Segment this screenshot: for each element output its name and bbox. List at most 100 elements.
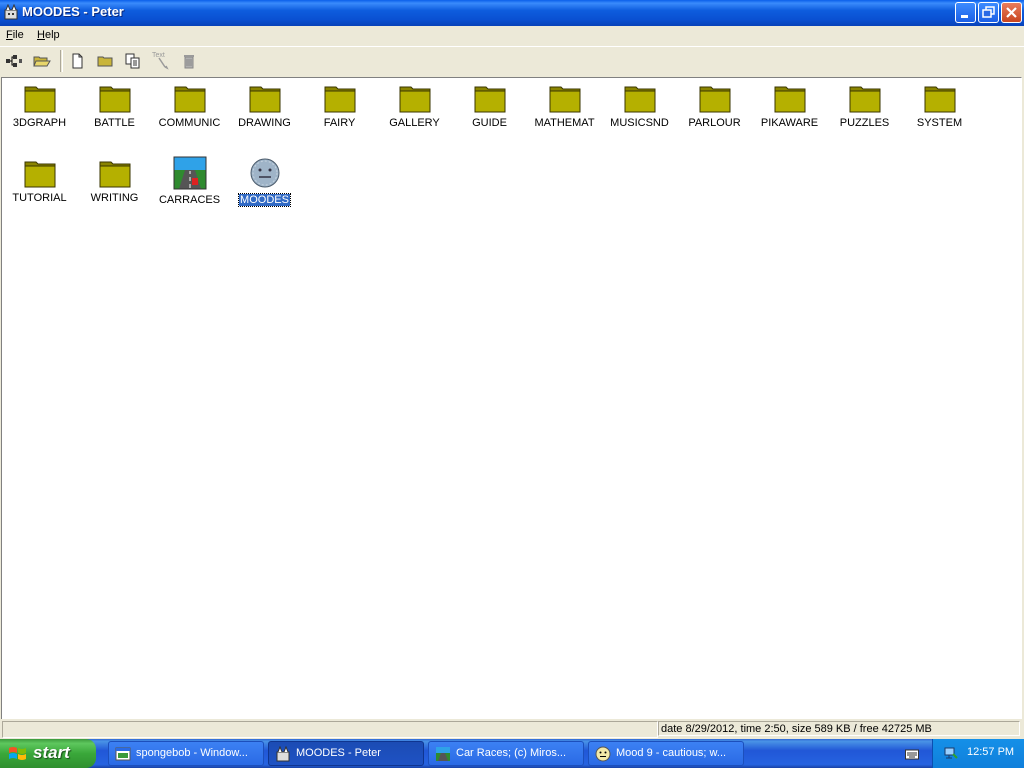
- window-title: MOODES - Peter: [22, 4, 124, 19]
- item-label: COMMUNIC: [158, 117, 221, 129]
- task-label: Car Races; (c) Miros...: [456, 747, 567, 759]
- item-label: BATTLE: [94, 117, 135, 129]
- task-spongebob[interactable]: spongebob - Window...: [108, 741, 264, 766]
- folder-icon: [474, 86, 505, 113]
- menu-help-accelerator: H: [37, 29, 45, 41]
- folder-icon: [624, 86, 655, 113]
- folder-icon: [24, 161, 55, 188]
- task-carraces[interactable]: Car Races; (c) Miros...: [428, 741, 584, 766]
- folder-icon: [249, 86, 280, 113]
- new-folder-icon[interactable]: [95, 51, 115, 71]
- start-label: start: [33, 743, 70, 762]
- folder-icon: [174, 86, 205, 113]
- new-document-icon[interactable]: [67, 51, 87, 71]
- close-button[interactable]: [1001, 2, 1022, 23]
- file-view[interactable]: 3DGRAPH BATTLE COMMUNIC DRAWING FAIRY GA…: [1, 77, 1022, 720]
- menu-bar: File Help: [0, 26, 1024, 45]
- task-label: MOODES - Peter: [296, 747, 381, 759]
- carraces-icon: [173, 156, 206, 190]
- folder-icon: [849, 86, 880, 113]
- item-label-selected: MOODES: [238, 193, 291, 207]
- item-label: DRAWING: [238, 117, 291, 129]
- title-bar[interactable]: MOODES - Peter: [0, 0, 1024, 26]
- item-label: SYSTEM: [916, 117, 963, 129]
- folder-pikaware[interactable]: PIKAWARE: [752, 78, 827, 144]
- folder-system[interactable]: SYSTEM: [902, 78, 977, 144]
- clock[interactable]: 12:57 PM: [967, 746, 1014, 758]
- task-moodes[interactable]: MOODES - Peter: [268, 741, 424, 766]
- item-label: PIKAWARE: [760, 117, 819, 129]
- item-label: CARRACES: [158, 194, 221, 206]
- folder-fairy[interactable]: FAIRY: [302, 78, 377, 144]
- menu-file-label: ile: [12, 29, 24, 41]
- task-mood[interactable]: Mood 9 - cautious; w...: [588, 741, 744, 766]
- folder-icon: [699, 86, 730, 113]
- tree-icon[interactable]: [4, 51, 24, 71]
- status-file-info: date 8/29/2012, time 2:50, size 589 KB /…: [658, 721, 1020, 736]
- network-icon[interactable]: [943, 745, 959, 761]
- item-label: GUIDE: [472, 117, 507, 129]
- moodes-icon: [276, 746, 290, 762]
- folder-battle[interactable]: BATTLE: [77, 78, 152, 144]
- item-label: PUZZLES: [839, 117, 890, 129]
- folder-communic[interactable]: COMMUNIC: [152, 78, 227, 144]
- folder-icon: [24, 86, 55, 113]
- folder-gallery[interactable]: GALLERY: [377, 78, 452, 144]
- minimize-button[interactable]: [955, 2, 976, 23]
- folder-mathemat[interactable]: MATHEMAT: [527, 78, 602, 144]
- toolbar: Text: [0, 46, 1024, 76]
- folder-icon: [99, 161, 130, 188]
- start-button[interactable]: start: [0, 739, 96, 768]
- folder-icon: [324, 86, 355, 113]
- folder-icon: [99, 86, 130, 113]
- menu-file-accelerator: F: [6, 29, 13, 41]
- status-bar: date 8/29/2012, time 2:50, size 589 KB /…: [0, 719, 1024, 739]
- folder-writing[interactable]: WRITING: [77, 153, 152, 219]
- text-tool-icon[interactable]: Text: [151, 51, 171, 71]
- system-tray: 12:57 PM: [932, 739, 1024, 768]
- folder-icon: [549, 86, 580, 113]
- folder-icon: [399, 86, 430, 113]
- carraces-icon: [436, 747, 450, 761]
- trash-icon[interactable]: [179, 51, 199, 71]
- toolbar-separator: [60, 50, 63, 72]
- item-label: PARLOUR: [688, 117, 741, 129]
- item-label: WRITING: [90, 192, 139, 204]
- item-label: GALLERY: [389, 117, 440, 129]
- folder-guide[interactable]: GUIDE: [452, 78, 527, 144]
- folder-tutorial[interactable]: TUTORIAL: [2, 153, 77, 219]
- copy-icon[interactable]: [123, 51, 143, 71]
- restore-icon: [982, 6, 995, 18]
- windows-logo-icon: [9, 747, 26, 760]
- open-folder-icon[interactable]: [32, 51, 52, 71]
- folder-drawing[interactable]: DRAWING: [227, 78, 302, 144]
- minimize-icon: [961, 15, 968, 18]
- menu-help-label: elp: [44, 29, 60, 41]
- smiley-icon: [595, 746, 611, 762]
- folder-musicsnd[interactable]: MUSICSND: [602, 78, 677, 144]
- item-label: MATHEMAT: [534, 117, 595, 129]
- folder-puzzles[interactable]: PUZZLES: [827, 78, 902, 144]
- restore-button[interactable]: [978, 2, 999, 23]
- program-carraces[interactable]: CARRACES: [152, 153, 227, 219]
- status-left-panel: [2, 721, 658, 738]
- keyboard-icon[interactable]: [905, 748, 919, 760]
- task-label: spongebob - Window...: [136, 747, 248, 759]
- text-tool-label: Text: [152, 52, 165, 59]
- menu-help[interactable]: Help: [37, 29, 60, 41]
- item-label: TUTORIAL: [12, 192, 67, 204]
- taskbar: start spongebob - Window... MOODES - Pet…: [0, 739, 1024, 768]
- folder-3dgraph[interactable]: 3DGRAPH: [2, 78, 77, 144]
- task-label: Mood 9 - cautious; w...: [616, 747, 727, 759]
- item-label: MUSICSND: [610, 117, 669, 129]
- item-label: FAIRY: [323, 117, 356, 129]
- menu-file[interactable]: File: [6, 29, 24, 41]
- item-label: 3DGRAPH: [12, 117, 67, 129]
- folder-parlour[interactable]: PARLOUR: [677, 78, 752, 144]
- window-icon: [115, 747, 131, 761]
- program-moodes[interactable]: MOODES: [227, 153, 302, 219]
- folder-icon: [774, 86, 805, 113]
- moodes-app-icon[interactable]: [3, 3, 19, 20]
- close-icon: [1006, 7, 1017, 18]
- moodes-smiley-icon: [250, 158, 279, 188]
